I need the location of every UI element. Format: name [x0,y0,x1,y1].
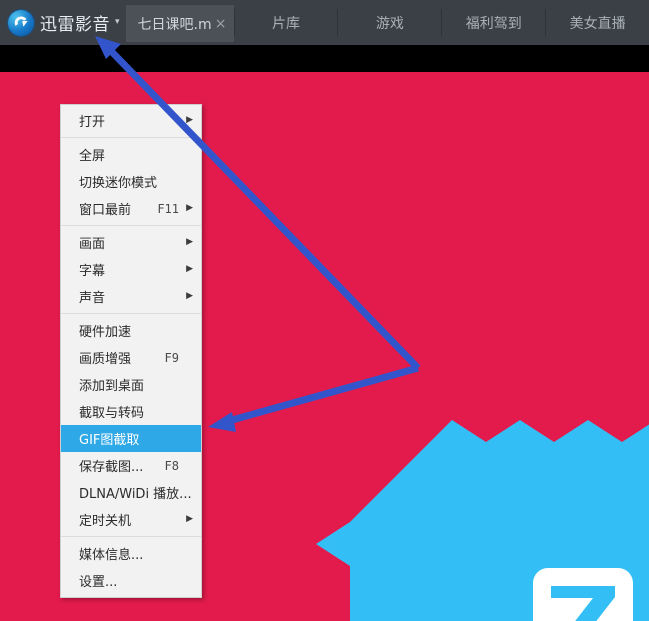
menu-item[interactable]: 打开 ▶ [61,107,201,134]
nav-item-welfare[interactable]: 福利驾到 [442,0,545,45]
menu-item[interactable]: 设置... [61,567,201,594]
nav-item-label: 福利驾到 [465,15,522,32]
menu-item-label: 窗口最前 [79,203,132,218]
nav-item-games[interactable]: 游戏 [338,0,441,45]
submenu-arrow-icon: ▶ [186,203,193,213]
menu-item-label: 添加到桌面 [79,379,145,394]
brand-name: 迅雷影音 [40,15,110,35]
submenu-arrow-icon: ▶ [186,237,193,247]
menu-item[interactable]: 字幕 ▶ [61,256,201,283]
menu-item-shortcut: F11 [157,201,179,216]
menu-item-label: 全屏 [79,149,106,164]
menu-separator [61,313,201,314]
player-window: 迅雷影音 ▾ 七日课吧.mo × 片库 游戏 福利驾到 美女直播 [0,0,649,621]
menu-item-label: 切换迷你模式 [79,176,158,191]
menu-item[interactable]: 保存截图... F8 [61,452,201,479]
menu-item[interactable]: 画面 ▶ [61,229,201,256]
menu-item-label: 打开 [79,115,106,130]
chevron-down-icon[interactable]: ▾ [115,18,120,27]
submenu-arrow-icon: ▶ [186,291,193,301]
menu-item[interactable]: 窗口最前 F11 ▶ [61,195,201,222]
menu-item[interactable]: 声音 ▶ [61,283,201,310]
menu-item[interactable]: 添加到桌面 [61,371,201,398]
menu-item-label: 声音 [79,291,106,306]
menu-item-label: 硬件加速 [79,325,132,340]
logo-swoosh-icon [14,15,28,27]
menu-item[interactable]: DLNA/WiDi 播放... [61,479,201,506]
title-bar: 迅雷影音 ▾ 七日课吧.mo × 片库 游戏 福利驾到 美女直播 [0,0,649,45]
menu-item-label: 定时关机 [79,514,132,529]
menu-item[interactable]: 硬件加速 [61,317,201,344]
menu-item-label: 截取与转码 [79,406,145,421]
menu-item[interactable]: 截取与转码 [61,398,201,425]
nav-item-label: 美女直播 [569,15,626,32]
menu-item-shortcut: F8 [164,458,179,473]
menu-item[interactable]: 全屏 [61,141,201,168]
menu-separator [61,137,201,138]
nav-item-live[interactable]: 美女直播 [546,0,649,45]
media-tab[interactable]: 七日课吧.mo × [125,5,234,42]
menu-separator [61,536,201,537]
close-icon[interactable]: × [215,17,227,31]
menu-item[interactable]: 媒体信息... [61,540,201,567]
brand-menu-button[interactable]: 迅雷影音 ▾ [0,0,126,45]
seven-badge-icon [533,568,633,621]
menu-item-label: 画面 [79,237,106,252]
nav-item-label: 游戏 [375,15,404,32]
submenu-arrow-icon: ▶ [186,514,193,524]
submenu-arrow-icon: ▶ [186,264,193,274]
menu-separator [61,225,201,226]
nav-item-label: 片库 [271,15,300,32]
menu-item-label: GIF图截取 [79,433,140,448]
menu-item-label: 媒体信息... [79,548,144,563]
menu-item-label: 设置... [79,575,118,590]
nav-item-library[interactable]: 片库 [235,0,338,45]
xunlei-player-logo-icon [8,9,34,36]
menu-item[interactable]: 定时关机 ▶ [61,506,201,533]
menu-item-label: 保存截图... [79,460,144,475]
menu-item-label: 画质增强 [79,352,132,367]
media-tab-label: 七日课吧.mo [137,16,212,33]
submenu-arrow-icon: ▶ [186,115,193,125]
menu-item[interactable]: GIF图截取 [61,425,201,452]
menu-item[interactable]: 画质增强 F9 [61,344,201,371]
menu-item-shortcut: F9 [164,350,179,365]
menu-item-label: DLNA/WiDi 播放... [79,487,192,502]
menu-item-label: 字幕 [79,264,106,279]
context-menu[interactable]: 打开 ▶ 全屏切换迷你模式 窗口最前 F11 ▶ 画面 ▶ 字幕 ▶ 声音 ▶ 硬件加速画质增强 F9 添加… [60,104,202,598]
menu-item[interactable]: 切换迷你模式 [61,168,201,195]
letterbox-band [0,45,649,72]
